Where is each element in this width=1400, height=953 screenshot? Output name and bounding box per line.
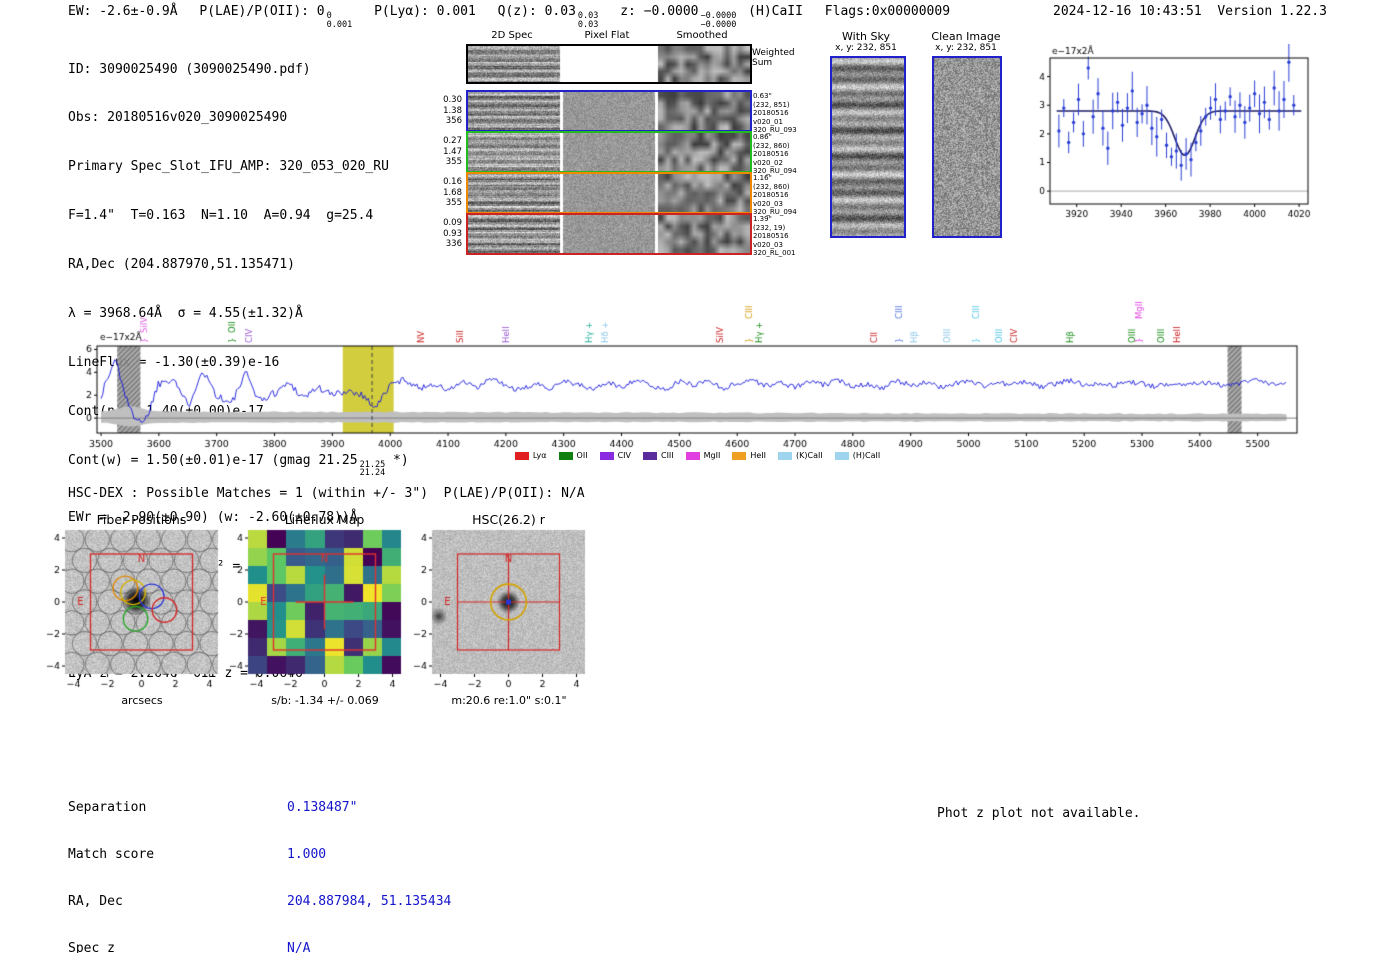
hsc-dex-match-line: HSC-DEX : Possible Matches = 1 (within +… (68, 486, 585, 501)
match-row-radec: RA, Dec 204.887984, 51.135434 (68, 893, 452, 909)
hsc-cutout-title: HSC(26.2) r (472, 512, 545, 527)
match-row-specz: Spec z N/A (68, 940, 311, 953)
legend-item-3: CIII (642, 451, 674, 460)
spec2d-fiber-row-2 (466, 131, 752, 173)
legend-label: CIII (660, 451, 674, 460)
header-flags: Flags:0x00000009 (824, 4, 951, 19)
with-sky-title: With Sky (842, 30, 890, 43)
legend-label: Lyα (532, 451, 547, 460)
spec2d-row3-weights: 0.16 1.68 355 (443, 177, 462, 208)
spec2d-header-pixelflat: Pixel Flat (584, 30, 630, 41)
info-seeing: F=1.4" T=0.163 N=1.10 A=0.94 g=25.4 (68, 208, 374, 224)
legend-swatch (732, 451, 747, 460)
with-sky-coords: x, y: 232, 851 (835, 43, 897, 53)
legend-swatch (599, 451, 614, 460)
legend-item-4: MgII (685, 451, 721, 460)
fiber-positions-image (43, 526, 223, 698)
header-qz-limits: 0.03 0.03 (577, 11, 599, 30)
info-radec: RA,Dec (204.887970,51.135471) (68, 257, 295, 273)
lineflux-map-title: Lineflux Map (284, 512, 365, 527)
spec2d-row3-meta: 1.16" (232, 860) 20180516 v020_03 320_RU_094 (753, 174, 797, 216)
header-z: z: −0.0000 (620, 4, 699, 19)
header-z-type: (H)CaII (748, 4, 803, 19)
legend-label: (K)CaII (796, 451, 823, 460)
legend-item-1: OII (558, 451, 588, 460)
spec2d-row1-meta: 0.63" (232, 851) 20180516 v020_01 320_RU_093 (753, 92, 797, 134)
legend-item-0: Lyα (514, 451, 547, 460)
with-sky-image (830, 56, 906, 238)
line-fit-zoom-plot (1036, 44, 1321, 229)
photz-unavailable-note: Phot z plot not available. (937, 806, 1141, 821)
spec2d-row4-weights: 0.09 0.93 336 (443, 218, 462, 249)
match-row-score: Match score 1.000 (68, 846, 327, 862)
catalog-match-table: Separation 0.138487" Match score 1.000 RA,… (68, 768, 451, 953)
spec2d-row4-meta: 1.39" (232, 19) 20180516 v020_03 320_RL_001 (753, 215, 796, 257)
legend-item-6: (K)CaII (778, 451, 823, 460)
spectrum-legend: Lyα OII CIV CIII MgII HeII (K)CaII (H)CaII (85, 451, 1310, 460)
full-spectrum-plot (85, 274, 1310, 464)
header-plya: P(Lyα): 0.001 (374, 4, 476, 19)
legend-swatch (642, 451, 657, 460)
legend-label: CIV (617, 451, 631, 460)
info-obs: Obs: 20180516v020_3090025490 (68, 110, 288, 126)
info-id: ID: 3090025490 (3090025490.pdf) (68, 61, 311, 77)
legend-item-7: (H)CaII (834, 451, 881, 460)
spec2d-row1-weights: 0.30 1.38 356 (443, 95, 462, 126)
legend-label: OII (576, 451, 588, 460)
legend-swatch (834, 451, 849, 460)
legend-item-2: CIV (599, 451, 631, 460)
lineflux-map-image (226, 526, 406, 698)
spec2d-row2-meta: 0.86" (232, 860) 20180516 v020_02 320_RU_094 (753, 133, 797, 175)
legend-swatch (685, 451, 700, 460)
hsc-cutout-caption: m:20.6 re:1.0" s:0.1" (451, 694, 567, 707)
legend-swatch (778, 451, 793, 460)
fiber-positions-caption: arcsecs (121, 694, 163, 707)
clean-image-title: Clean Image (931, 30, 1001, 43)
header-ew: EW: -2.6±-0.9Å (68, 4, 178, 19)
legend-item-5: HeII (732, 451, 766, 460)
spec2d-fiber-row-3 (466, 172, 752, 214)
clean-image-coords: x, y: 232, 851 (935, 43, 997, 53)
header-plae: P(LAE)/P(OII): 0 (199, 4, 325, 19)
header-status-line: EW: -2.6±-0.9Å P(LAE)/P(OII): 0 0 0.001 P(… (68, 4, 950, 29)
spec2d-header-smoothed: Smoothed (676, 30, 728, 41)
hsc-cutout-image (410, 526, 590, 698)
header-z-limits: −0.0000 −0.0000 (700, 11, 737, 30)
header-qz: Q(z): 0.03 (497, 4, 576, 19)
fiber-positions-title: Fiber Positions (96, 512, 187, 527)
spec2d-fiber-row-1 (466, 90, 752, 132)
header-plae-limits: 0 0.001 (326, 11, 353, 30)
info-primary-spec: Primary Spec_Slot_IFU_AMP: 320_053_020_R… (68, 159, 389, 175)
spec2d-weighted-sum-row (466, 44, 752, 84)
clean-image (932, 56, 1002, 238)
legend-label: MgII (703, 451, 721, 460)
legend-swatch (514, 451, 529, 460)
match-row-separation: Separation 0.138487" (68, 799, 358, 815)
elixer-report-page: EW: -2.6±-0.9Å P(LAE)/P(OII): 0 0 0.001 P(… (0, 0, 1400, 953)
spec2d-fiber-row-4 (466, 213, 752, 255)
spec2d-weighted-sum-label: Weighted Sum (752, 48, 795, 68)
lineflux-map-caption: s/b: -1.34 +/- 0.069 (271, 694, 379, 707)
legend-label: (H)CaII (852, 451, 881, 460)
spec2d-row2-weights: 0.27 1.47 355 (443, 136, 462, 167)
legend-swatch (558, 451, 573, 460)
spec2d-header-2dspec: 2D Spec (491, 30, 533, 41)
timestamp-version: 2024-12-16 10:43:51 Version 1.22.3 (1053, 4, 1327, 19)
legend-label: HeII (750, 451, 767, 460)
